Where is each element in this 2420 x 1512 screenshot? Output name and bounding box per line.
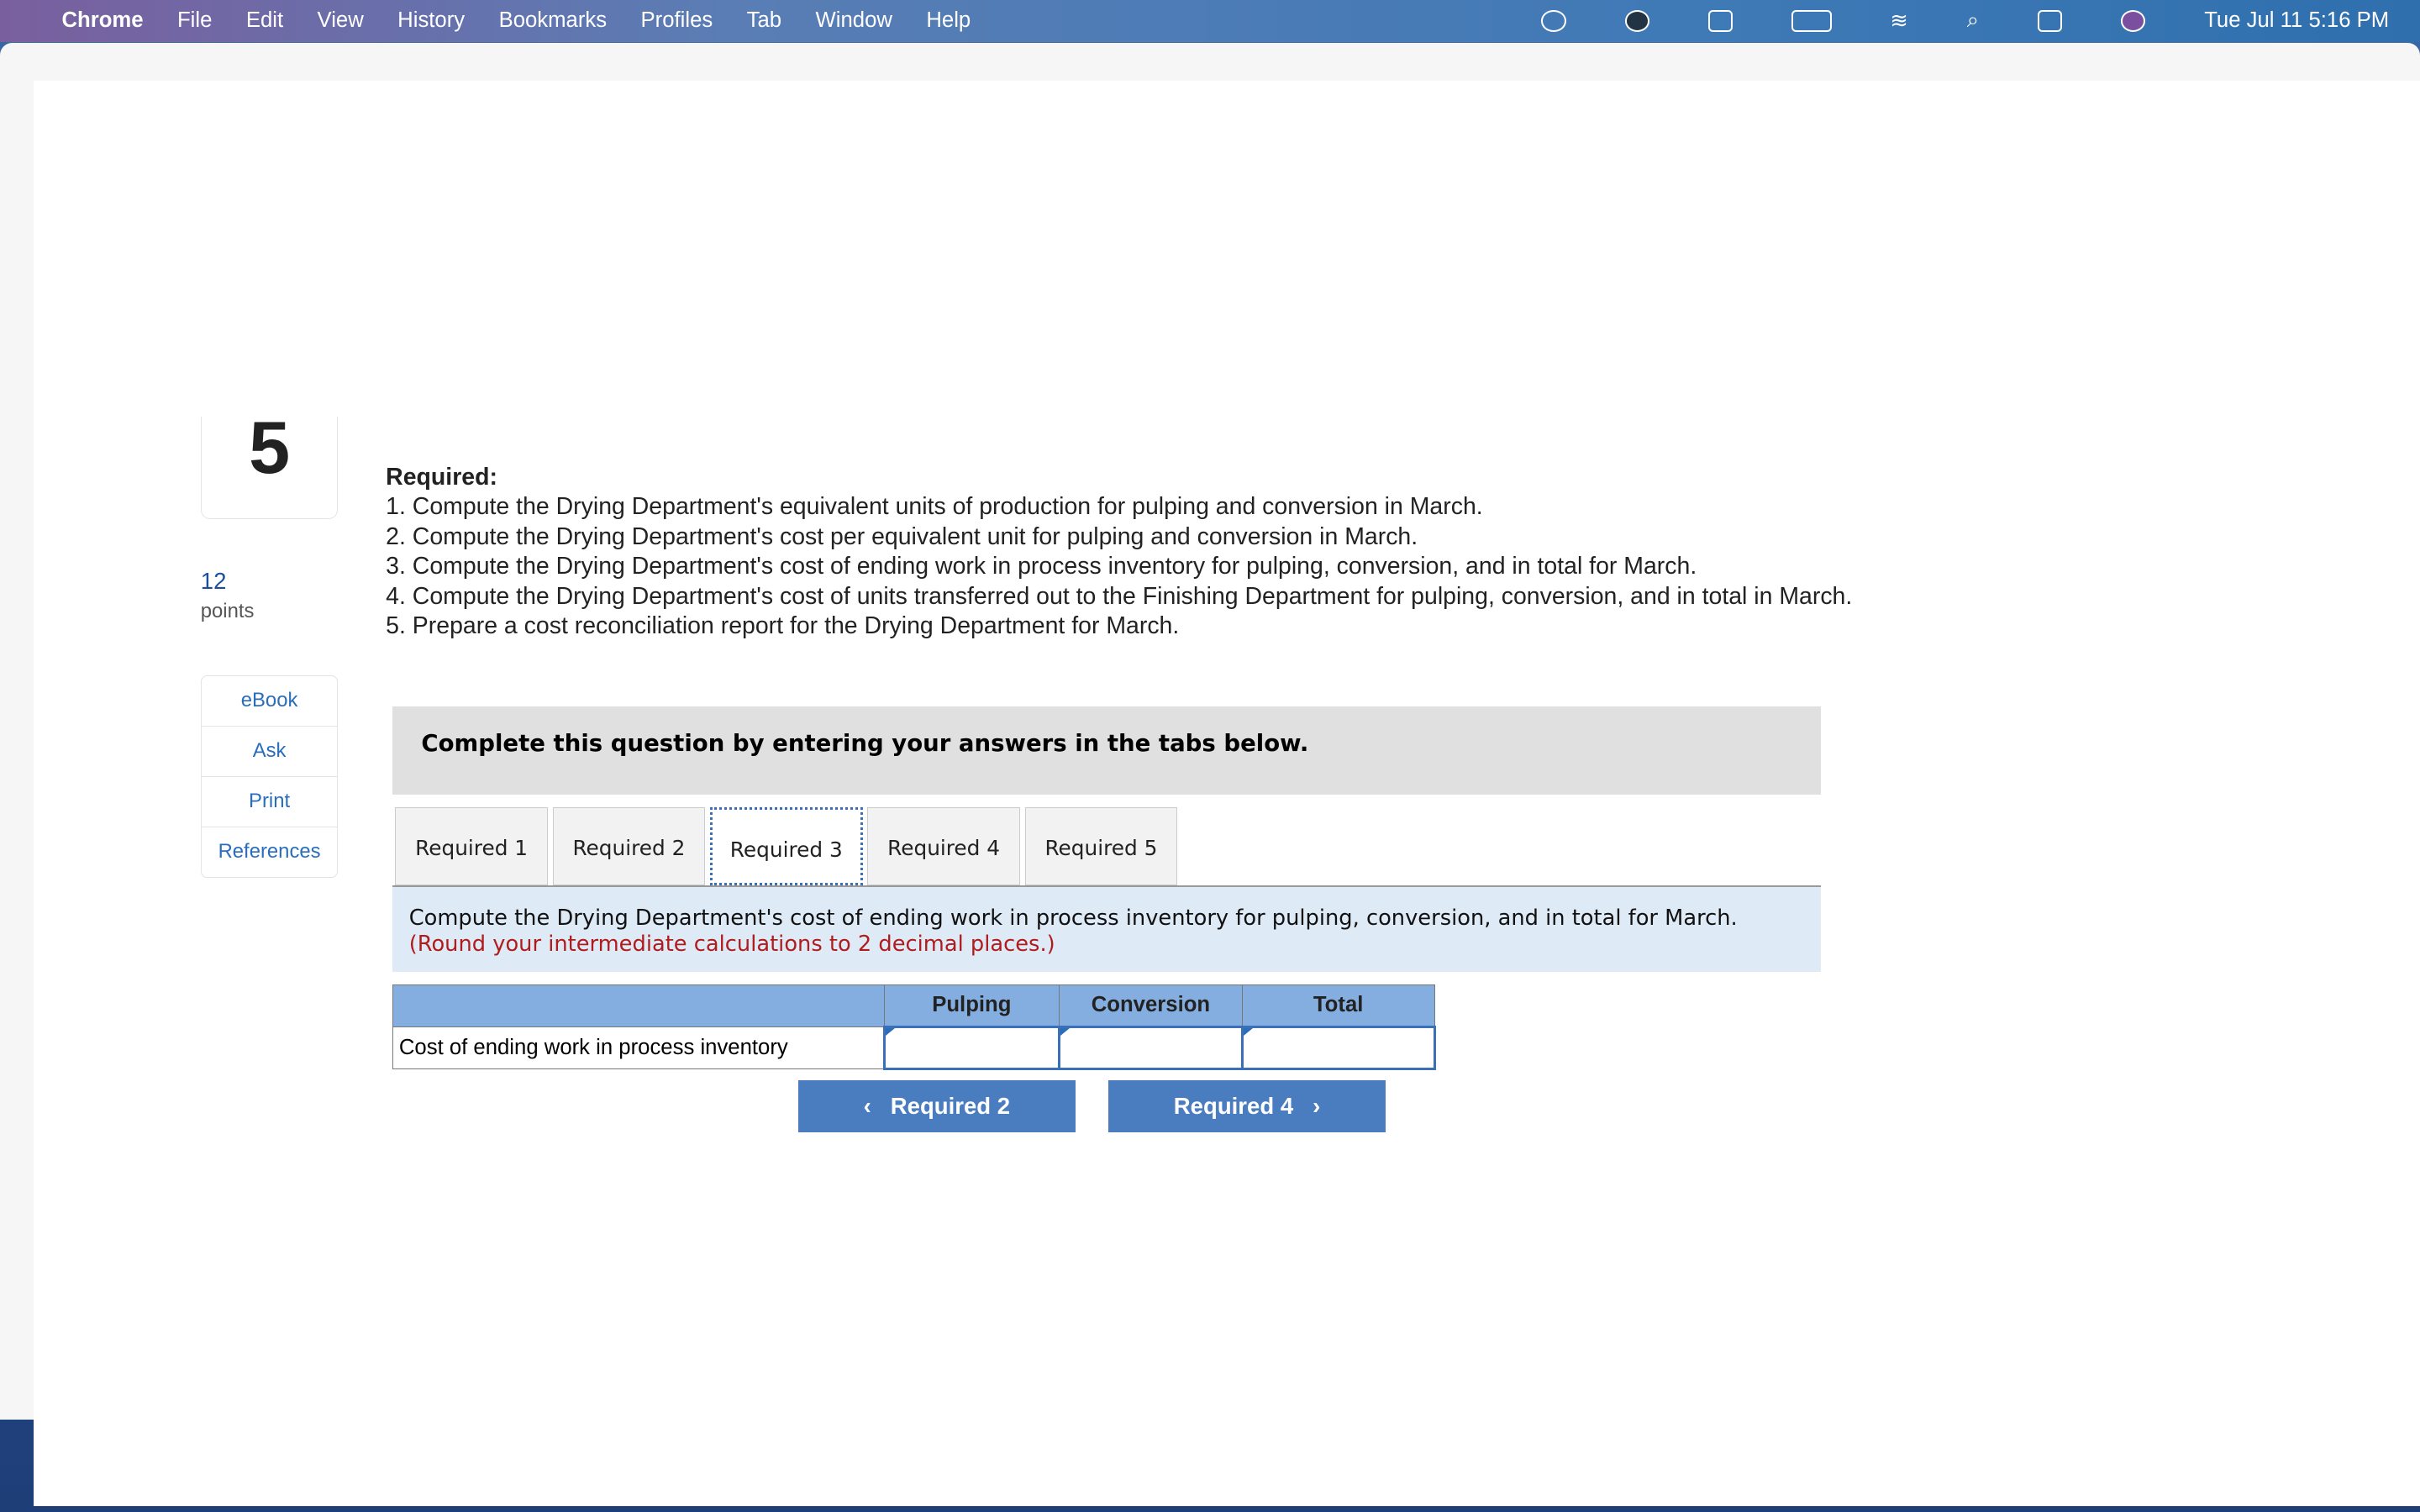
menu-profiles[interactable]: Profiles	[641, 8, 713, 33]
instruction-note: (Round your intermediate calculations to…	[408, 932, 1055, 958]
sidebar-ask[interactable]: Ask	[201, 727, 338, 777]
header-conversion: Conversion	[1059, 984, 1243, 1027]
tab-required-4[interactable]: Required 4	[867, 806, 1020, 886]
clock[interactable]: Tue Jul 11 5:16 PM	[2204, 8, 2389, 33]
page-content-lower	[46, 1389, 2420, 1506]
menu-edit[interactable]: Edit	[246, 8, 283, 33]
menu-file[interactable]: File	[177, 8, 212, 33]
required-list: Required: 1. Compute the Drying Departme…	[386, 463, 1944, 642]
header-pulping: Pulping	[883, 984, 1060, 1027]
chevron-left-icon: ‹	[863, 1092, 891, 1119]
required-item: 1. Compute the Drying Department's equiv…	[386, 493, 1483, 521]
menu-help[interactable]: Help	[926, 8, 971, 33]
chevron-right-icon: ›	[1293, 1092, 1321, 1119]
tab-required-3[interactable]: Required 3	[709, 806, 863, 886]
menu-view[interactable]: View	[318, 8, 364, 33]
sidebar-print[interactable]: Print	[201, 777, 338, 827]
menu-window[interactable]: Window	[816, 8, 892, 33]
sidebar-ebook[interactable]: eBook	[201, 676, 338, 727]
next-label: Required 4	[1173, 1092, 1294, 1119]
prev-label: Required 2	[890, 1092, 1011, 1119]
table-row: Cost of ending work in process inventory	[392, 1025, 1436, 1071]
instruction-banner: Complete this question by entering your …	[392, 706, 1822, 795]
status-app-icon[interactable]	[1541, 9, 1566, 32]
tab-required-2[interactable]: Required 2	[552, 806, 706, 886]
required-item: 3. Compute the Drying Department's cost …	[386, 553, 1697, 580]
search-icon[interactable]: ⌕	[1967, 8, 1979, 34]
tab-instructions: Compute the Drying Department's cost of …	[392, 887, 1822, 973]
header-total: Total	[1241, 984, 1435, 1027]
menu-tab[interactable]: Tab	[747, 8, 781, 33]
total-input[interactable]	[1240, 1025, 1436, 1071]
next-button[interactable]: Required 4 ›	[1107, 1079, 1386, 1133]
siri-icon[interactable]	[2121, 9, 2146, 32]
tab-required-1[interactable]: Required 1	[395, 806, 549, 886]
wifi-icon[interactable]: ≋	[1890, 8, 1908, 34]
sidebar: eBook Ask Print References	[200, 675, 339, 878]
required-item: 2. Compute the Drying Department's cost …	[386, 522, 1418, 550]
menu-bookmarks[interactable]: Bookmarks	[499, 8, 608, 33]
required-item: 4. Compute the Drying Department's cost …	[386, 582, 1853, 610]
menu-app[interactable]: Chrome	[61, 8, 143, 33]
points-label: points	[200, 600, 255, 623]
menu-bar: Chrome File Edit View History Bookmarks …	[0, 0, 2420, 42]
banner-text: Complete this question by entering your …	[421, 729, 1309, 757]
question-number: 5	[200, 416, 339, 520]
sync-icon[interactable]	[1624, 9, 1649, 32]
control-center-icon[interactable]	[2037, 9, 2063, 32]
header-blank	[392, 984, 885, 1027]
menu-history[interactable]: History	[397, 8, 465, 33]
required-heading: Required:	[386, 464, 497, 491]
pulping-input[interactable]	[882, 1025, 1061, 1071]
instruction-text: Compute the Drying Department's cost of …	[408, 906, 1738, 932]
display-icon[interactable]	[1707, 9, 1733, 32]
conversion-input[interactable]	[1058, 1025, 1244, 1071]
required-item: 5. Prepare a cost reconciliation report …	[386, 612, 1180, 640]
sidebar-references[interactable]: References	[202, 827, 338, 877]
row-label: Cost of ending work in process inventory	[392, 1026, 885, 1070]
prev-button[interactable]: ‹ Required 2	[797, 1079, 1076, 1133]
points-value: 12	[200, 567, 227, 594]
tab-required-5[interactable]: Required 5	[1024, 806, 1178, 886]
tab-bar: Required 1 Required 2 Required 3 Require…	[395, 806, 1178, 886]
answer-table: Pulping Conversion Total Cost of ending …	[392, 984, 1436, 1071]
battery-icon[interactable]	[1791, 9, 1832, 32]
